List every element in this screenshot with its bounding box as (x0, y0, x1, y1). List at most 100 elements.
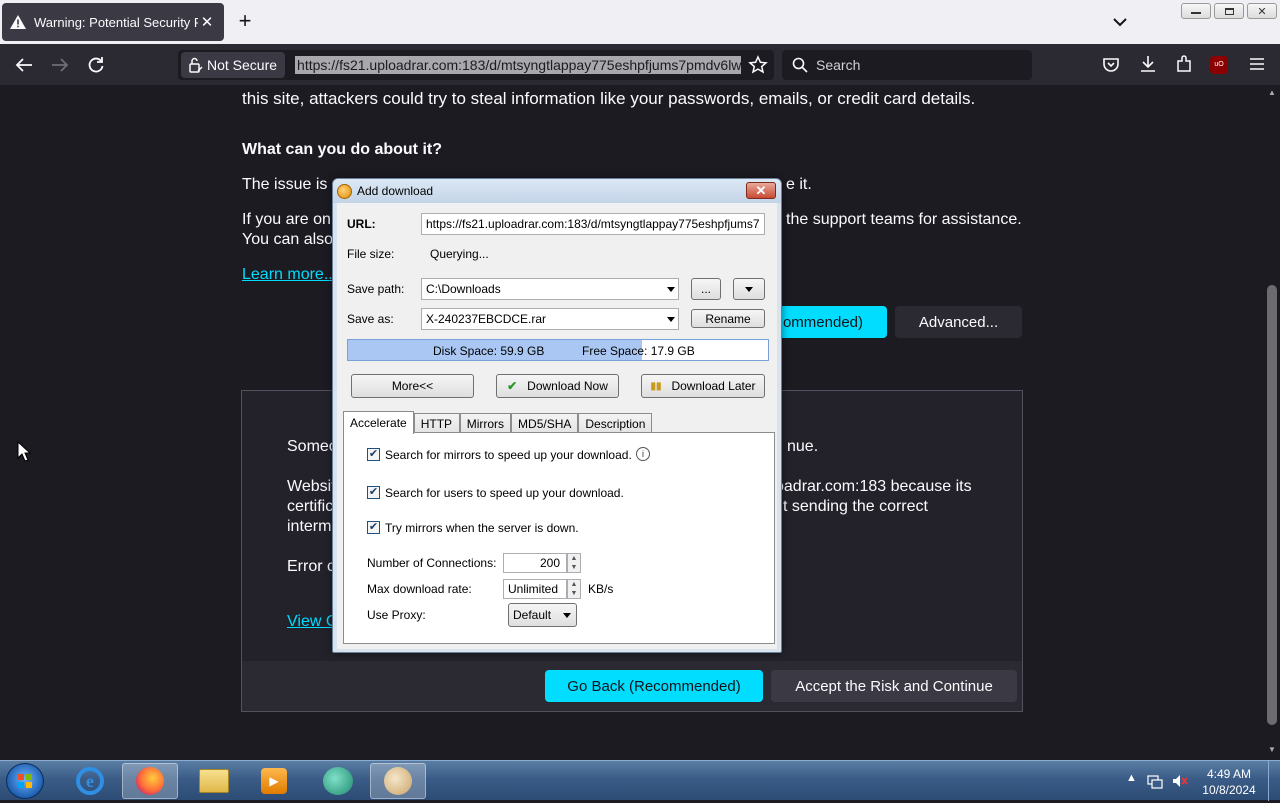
windows-taskbar: e ▶ ▲ 4:49 AM 10/8/2024 (0, 760, 1280, 801)
taskbar-firefox[interactable] (122, 763, 178, 799)
tab-accelerate[interactable]: Accelerate (343, 411, 414, 434)
mouse-cursor-icon (17, 441, 31, 462)
close-window-button[interactable]: ✕ (1247, 3, 1277, 19)
ublock-icon[interactable]: uO (1210, 56, 1228, 74)
download-later-label: Download Later (671, 379, 756, 393)
scrollbar-thumb[interactable] (1267, 285, 1277, 725)
tab-title: Warning: Potential Security Risk (34, 14, 198, 30)
max-rate-label: Max download rate: (367, 582, 472, 596)
max-rate-spinner[interactable]: ▲ ▼ (567, 579, 581, 599)
downloads-icon[interactable] (1139, 55, 1157, 73)
url-text[interactable]: https://fs21.uploadrar.com:183/d/mtsyngt… (295, 56, 742, 74)
connections-label: Number of Connections: (367, 556, 497, 570)
adv-certific-text: certific (287, 498, 334, 515)
restore-button[interactable] (1214, 3, 1244, 19)
volume-muted-icon[interactable] (1172, 773, 1188, 789)
what-can-you-do-heading: What can you do about it? (242, 141, 442, 158)
tab-mirrors[interactable]: Mirrors (459, 413, 512, 434)
url-bar[interactable]: Not Secure https://fs21.uploadrar.com:18… (178, 50, 774, 80)
adv-website-text: Websit (287, 478, 336, 495)
learn-more-link[interactable]: Learn more... (242, 265, 337, 285)
lock-broken-icon (189, 57, 203, 73)
tab-md5-sha[interactable]: MD5/SHA (511, 413, 579, 434)
new-tab-button[interactable]: + (234, 10, 256, 32)
accelerate-panel: ✔ Search for mirrors to speed up your do… (343, 432, 775, 644)
download-now-button[interactable]: ✔ Download Now (496, 374, 619, 398)
taskbar-internet-explorer[interactable]: e (62, 763, 118, 799)
view-certificate-link[interactable]: View C (287, 612, 337, 632)
chevron-down-icon (667, 287, 675, 292)
tab-close-icon[interactable]: ✕ (198, 13, 216, 31)
try-mirrors-option-label: Try mirrors when the server is down. (385, 521, 579, 535)
menu-icon[interactable] (1248, 56, 1266, 72)
minimize-button[interactable] (1181, 3, 1211, 19)
disk-space-bar: Disk Space: 59.9 GB Free Space: 17.9 GB (347, 339, 769, 361)
system-clock[interactable]: 4:49 AM 10/8/2024 (1196, 766, 1262, 798)
show-desktop-button[interactable] (1268, 761, 1280, 801)
start-button[interactable] (6, 763, 44, 799)
dialog-close-button[interactable]: ✕ (746, 182, 776, 199)
url-input[interactable]: https://fs21.uploadrar.com:183/d/mtsyngt… (421, 213, 765, 235)
file-size-label: File size: (347, 247, 395, 261)
add-download-dialog: Add download ✕ URL: https://fs21.uploadr… (332, 178, 782, 653)
go-back-button[interactable]: Go Back (Recommended) (545, 670, 763, 702)
connections-input[interactable]: 200 (503, 553, 567, 573)
folder-icon (199, 769, 229, 793)
mirrors-checkbox[interactable]: ✔ (367, 448, 380, 461)
list-tabs-icon[interactable] (1110, 12, 1130, 32)
network-icon[interactable] (1147, 773, 1163, 789)
rename-button[interactable]: Rename (691, 309, 765, 328)
mirrors-option-label: Search for mirrors to speed up your down… (385, 448, 632, 462)
issue-text-start: The issue is m (242, 176, 346, 193)
taskbar-app-green[interactable] (310, 763, 366, 799)
tab-description[interactable]: Description (578, 413, 653, 434)
download-later-button[interactable]: ▮▮ Download Later (641, 374, 765, 398)
not-secure-label: Not Secure (207, 57, 278, 73)
more-button[interactable]: More<< (351, 374, 474, 398)
back-button[interactable] (11, 52, 37, 78)
extensions-icon[interactable] (1175, 55, 1193, 73)
taskbar-media-player[interactable]: ▶ (246, 763, 302, 799)
save-as-combo[interactable]: X-240237EBCDCE.rar (421, 308, 679, 330)
proxy-dropdown[interactable]: Default (508, 603, 577, 627)
connections-spinner[interactable]: ▲ ▼ (567, 553, 581, 573)
save-path-menu-button[interactable] (733, 278, 765, 300)
idm-icon (384, 767, 412, 795)
adv-error-code-text: Error c (287, 558, 335, 575)
users-checkbox[interactable]: ✔ (367, 486, 380, 499)
try-mirrors-checkbox[interactable]: ✔ (367, 521, 380, 534)
chevron-down-icon (563, 613, 571, 618)
taskbar-idm[interactable] (370, 763, 426, 799)
accept-risk-button[interactable]: Accept the Risk and Continue (771, 670, 1017, 702)
info-icon[interactable]: i (636, 447, 650, 461)
reload-button[interactable] (83, 52, 109, 78)
show-hidden-icons[interactable]: ▲ (1126, 772, 1137, 784)
pocket-icon[interactable] (1102, 56, 1120, 74)
tab-http[interactable]: HTTP (413, 413, 460, 434)
browser-tab[interactable]: Warning: Potential Security Risk ✕ (2, 3, 224, 41)
dialog-body: URL: https://fs21.uploadrar.com:183/d/mt… (337, 203, 777, 649)
browse-button[interactable]: ... (691, 278, 721, 300)
forward-arrow-icon (52, 58, 69, 72)
media-player-icon: ▶ (261, 768, 287, 794)
search-field[interactable]: Search (782, 50, 1032, 80)
forward-button[interactable] (47, 52, 73, 78)
green-app-icon (323, 767, 353, 795)
not-secure-indicator[interactable]: Not Secure (181, 52, 286, 78)
save-as-label: Save as: (347, 312, 394, 326)
bookmark-star-icon[interactable] (748, 55, 768, 75)
checkmark-icon: ✔ (507, 379, 518, 393)
taskbar-explorer[interactable] (186, 763, 242, 799)
max-rate-input[interactable]: Unlimited (503, 579, 567, 599)
dialog-titlebar[interactable]: Add download ✕ (333, 179, 781, 203)
dialog-title: Add download (357, 184, 434, 198)
disk-space-text: Disk Space: 59.9 GB (433, 344, 545, 358)
save-path-value: C:\Downloads (426, 282, 501, 296)
adv-someone-text-end: nue. (787, 438, 819, 455)
options-tabs: Accelerate HTTP Mirrors MD5/SHA Descript… (343, 411, 653, 434)
page-scrollbar[interactable]: ▲ ▼ (1264, 85, 1280, 760)
save-path-combo[interactable]: C:\Downloads (421, 278, 679, 300)
url-label: URL: (347, 217, 376, 231)
advanced-button[interactable]: Advanced... (895, 306, 1022, 338)
proxy-label: Use Proxy: (367, 608, 426, 622)
